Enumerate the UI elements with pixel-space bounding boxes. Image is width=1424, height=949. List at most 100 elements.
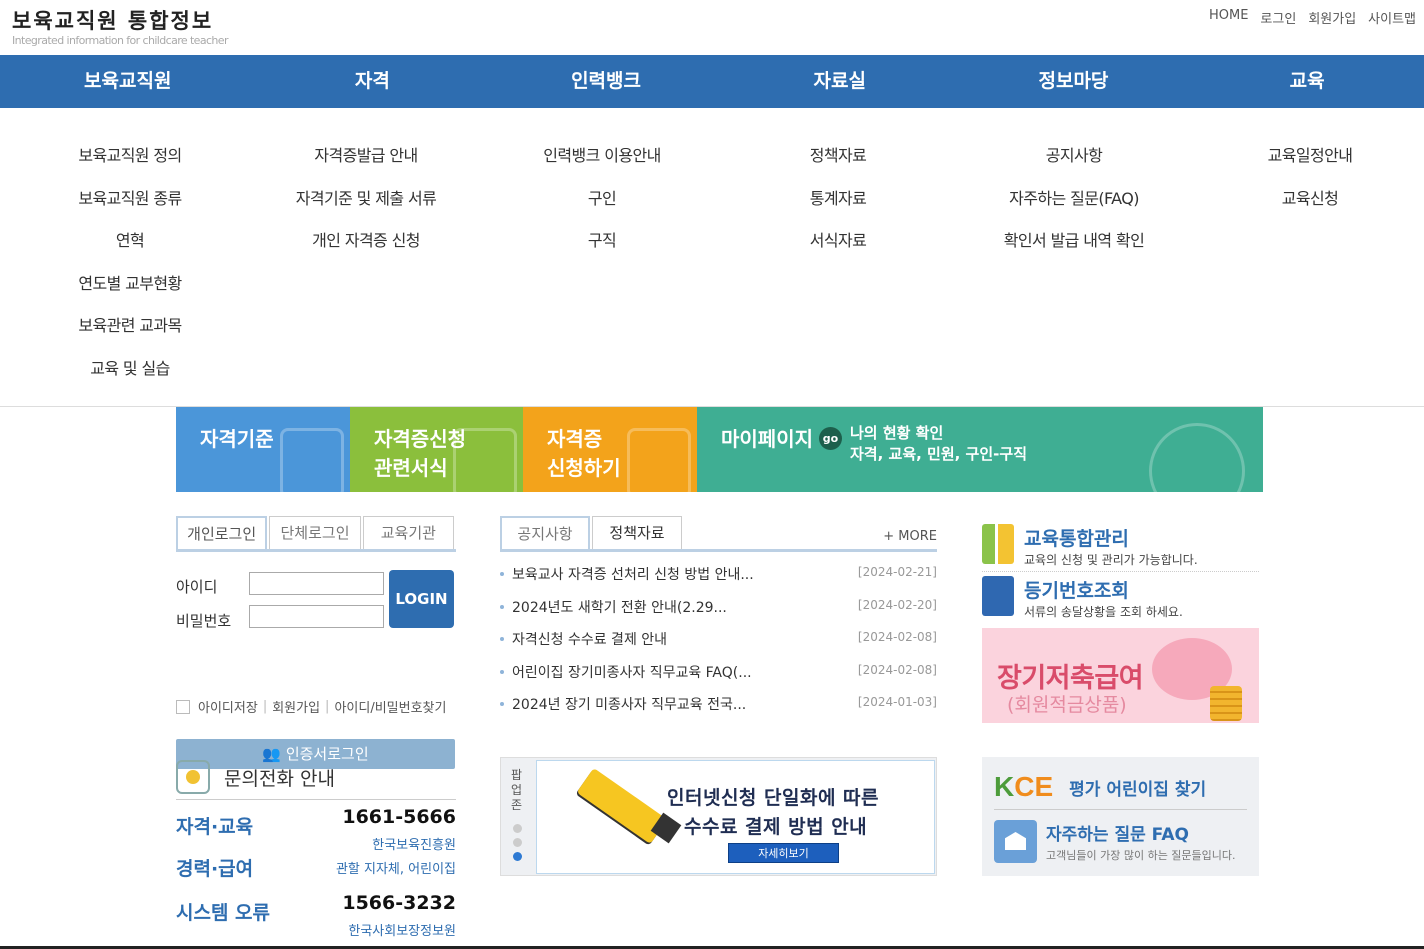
tab-institution-login[interactable]: 교육기관 [362,516,454,549]
tab-policy[interactable]: 정책자료 [592,516,682,549]
util-sitemap-link[interactable]: 사이트맵 [1368,8,1416,27]
list-item[interactable]: 자격신청 수수료 결제 안내 [2024-02-08] [500,629,937,662]
nav-info[interactable]: 정보마당 [957,55,1191,108]
notice-date: [2024-02-08] [857,662,937,677]
save-id-label[interactable]: 아이디저장 [198,697,258,716]
submenu-item[interactable]: 개인 자격증 신청 [248,227,484,270]
popup-headline: 인터넷신청 단일화에 따른 [667,787,880,809]
contact-org: 관할 지자체, 어린이집 [335,862,456,877]
submenu-item[interactable]: 연혁 [12,227,248,270]
quick-banner: 자격기준 자격증신청 관련서식 자격증 신청하기 마이페이지 go 나의 현황 … [176,407,1263,492]
banner-mypage[interactable]: 마이페이지 go 나의 현황 확인 자격, 교육, 민원, 구인-구직 [697,407,1263,492]
slide-dot[interactable] [513,838,522,847]
submenu-item[interactable]: 구인 [484,185,720,228]
notice-tabs: 공지사항 정책자료 + MORE [500,516,937,552]
registered-mail-link[interactable]: 등기번호조회 서류의 송달상황을 조회 하세요. [982,576,1259,624]
submenu-item[interactable]: 자주하는 질문(FAQ) [956,185,1192,228]
contact-row: 시스템 오류 1566-3232 한국사회보장정보원 [176,888,456,939]
id-input[interactable] [249,572,384,595]
contact-label: 자격·교육 [176,816,254,838]
submenu-item[interactable]: 교육신청 [1192,185,1424,228]
registered-mail-title: 등기번호조회 [1024,580,1129,602]
submenu-item[interactable]: 통계자료 [720,185,956,228]
savings-subtitle: (회원적금상품) [1007,694,1127,716]
util-home-link[interactable]: HOME [1209,8,1248,27]
slide-dot-active[interactable] [513,852,522,861]
contact-label: 시스템 오류 [176,902,271,924]
faq-desc: 고객님들이 가장 많이 하는 질문들입니다. [1046,849,1236,862]
contact-row: 자격·교육 1661-5666 한국보육진흥원 [176,800,456,853]
submenu-item[interactable]: 교육일정안내 [1192,142,1424,185]
quick-links: 교육통합관리 교육의 신청 및 관리가 가능합니다. 등기번호조회 서류의 송달… [982,524,1259,624]
contact-label: 경력·급여 [176,858,254,880]
submenu-item[interactable]: 보육관련 교과목 [12,312,248,355]
logo-subtitle: Integrated information for childcare tea… [12,34,228,47]
list-item[interactable]: 2024년 장기 미종사자 직무교육 전국... [2024-01-03] [500,694,937,727]
notice-title: 자격신청 수수료 결제 안내 [512,632,668,648]
popup-headline: 수수료 결제 방법 안내 [684,816,868,838]
popup-banner[interactable]: 인터넷신청 단일화에 따른 수수료 결제 방법 안내 자세히보기 [536,760,935,874]
submenu-item[interactable]: 자격기준 및 제출 서류 [248,185,484,228]
registered-mail-desc: 서류의 송달상황을 조회 하세요. [1024,605,1183,619]
nav-qualification[interactable]: 자격 [255,55,489,108]
tab-personal-login[interactable]: 개인로그인 [176,516,268,549]
submenu-col-info: 공지사항 자주하는 질문(FAQ) 확인서 발급 내역 확인 [956,142,1192,270]
list-item[interactable]: 보육교사 자격증 선처리 신청 방법 안내... [2024-02-21] [500,564,937,597]
submenu-item[interactable]: 교육 및 실습 [12,355,248,398]
nav-resources[interactable]: 자료실 [723,55,957,108]
submenu-item[interactable]: 보육교직원 종류 [12,185,248,228]
util-login-link[interactable]: 로그인 [1260,8,1296,27]
tab-group-login[interactable]: 단체로그인 [269,516,361,549]
submenu-item[interactable]: 인력뱅크 이용안내 [484,142,720,185]
kce-link[interactable]: KCE 평가 어린이집 찾기 [994,765,1247,810]
notice-title: 어린이집 장기미종사자 직무교육 FAQ(... [512,664,752,681]
go-badge: go [819,427,842,450]
submenu-item[interactable]: 정책자료 [720,142,956,185]
list-item[interactable]: 2024년도 새학기 전환 안내(2.29... [2024-02-20] [500,597,937,630]
banner-application-forms[interactable]: 자격증신청 관련서식 [350,407,523,492]
find-account-link[interactable]: 아이디/비밀번호찾기 [334,697,446,716]
notice-date: [2024-02-08] [857,630,937,644]
banner-qualification-criteria[interactable]: 자격기준 [176,407,350,492]
contact-org: 한국사회보장정보원 [348,924,456,939]
banner-desc-line: 나의 현황 확인 [850,424,944,442]
notice-title: 2024년도 새학기 전환 안내(2.29... [512,599,727,616]
login-form: 아이디 비밀번호 LOGIN [176,570,456,664]
notice-title: 2024년 장기 미종사자 직무교육 전국... [512,697,747,713]
nav-teachers[interactable]: 보육교직원 [0,55,255,108]
nav-job-bank[interactable]: 인력뱅크 [489,55,723,108]
util-join-link[interactable]: 회원가입 [1308,8,1356,27]
submenu-col-resources: 정책자료 통계자료 서식자료 [720,142,956,270]
banner-apply-certificate[interactable]: 자격증 신청하기 [523,407,697,492]
edu-management-link[interactable]: 교육통합관리 교육의 신청 및 관리가 가능합니다. [982,524,1259,572]
submenu-item[interactable]: 연도별 교부현황 [12,270,248,313]
tab-notice[interactable]: 공지사항 [500,516,590,549]
password-input[interactable] [249,605,384,628]
submenu-item[interactable]: 보육교직원 정의 [12,142,248,185]
utility-nav: HOME 로그인 회원가입 사이트맵 [1209,8,1416,27]
savings-banner[interactable]: 장기저축급여 (회원적금상품) [982,628,1259,723]
kce-box: KCE 평가 어린이집 찾기 자주하는 질문 FAQ 고객님들이 가장 많이 하… [982,757,1259,876]
popup-detail-button[interactable]: 자세히보기 [728,843,839,863]
kce-logo: KCE [994,771,1053,803]
more-link[interactable]: + MORE [883,529,937,544]
notice-board: 공지사항 정책자료 + MORE 보육교사 자격증 선처리 신청 방법 안내..… [500,516,937,727]
list-item[interactable]: 어린이집 장기미종사자 직무교육 FAQ(... [2024-02-08] [500,662,937,695]
submenu-item[interactable]: 공지사항 [956,142,1192,185]
notice-date: [2024-02-21] [857,565,937,579]
save-id-checkbox[interactable] [176,699,190,714]
submenu-item[interactable]: 확인서 발급 내역 확인 [956,227,1192,270]
submenu-item[interactable]: 자격증발급 안내 [248,142,484,185]
form-icon [627,428,691,492]
site-logo[interactable]: 보육교직원 통합정보 Integrated information for ch… [12,5,228,47]
join-link[interactable]: 회원가입 [272,697,320,716]
faq-link[interactable]: 자주하는 질문 FAQ 고객님들이 가장 많이 하는 질문들입니다. [994,820,1247,863]
nav-education[interactable]: 교육 [1190,55,1424,108]
submenu-col-teachers: 보육교직원 정의 보육교직원 종류 연혁 연도별 교부현황 보육관련 교과목 교… [12,142,248,398]
contact-title: 문의전화 안내 [224,767,335,790]
login-button[interactable]: LOGIN [389,570,454,628]
login-options: 아이디저장 | 회원가입 | 아이디/비밀번호찾기 [176,697,456,716]
submenu-item[interactable]: 서식자료 [720,227,956,270]
submenu-item[interactable]: 구직 [484,227,720,270]
slide-dot[interactable] [513,824,522,833]
